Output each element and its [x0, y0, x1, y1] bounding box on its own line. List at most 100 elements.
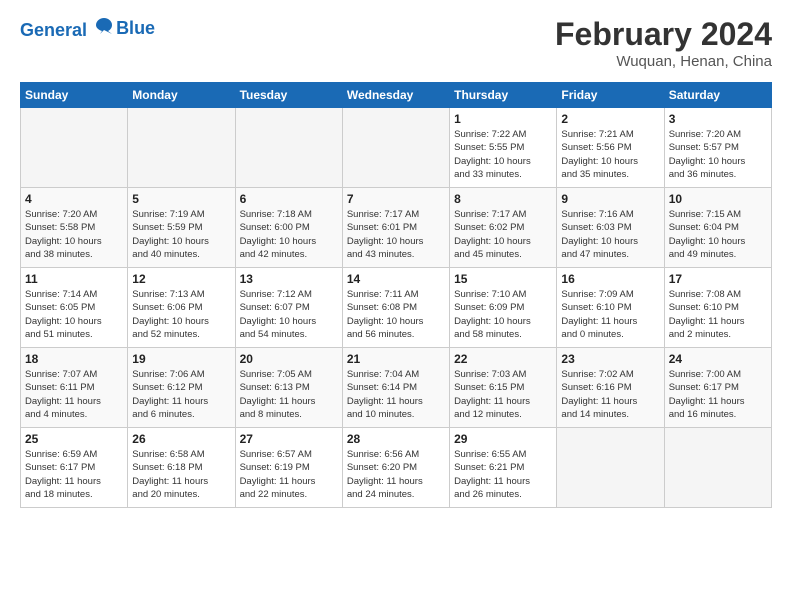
page: General Blue February 2024 Wuquan, Henan… [0, 0, 792, 518]
week-row-3: 11 Sunrise: 7:14 AMSunset: 6:05 PMDayligh… [21, 268, 772, 348]
calendar-cell: 7 Sunrise: 7:17 AMSunset: 6:01 PMDaylight… [342, 188, 449, 268]
calendar-cell: 13 Sunrise: 7:12 AMSunset: 6:07 PMDayligh… [235, 268, 342, 348]
day-number: 6 [240, 192, 338, 206]
day-number: 20 [240, 352, 338, 366]
logo-text: General [20, 16, 114, 41]
calendar-cell: 17 Sunrise: 7:08 AMSunset: 6:10 PMDayligh… [664, 268, 771, 348]
day-info: Sunrise: 7:09 AMSunset: 6:10 PMDaylight:… [561, 288, 659, 341]
calendar-cell: 28 Sunrise: 6:56 AMSunset: 6:20 PMDayligh… [342, 428, 449, 508]
calendar-cell: 3 Sunrise: 7:20 AMSunset: 5:57 PMDaylight… [664, 108, 771, 188]
calendar-cell [557, 428, 664, 508]
day-info: Sunrise: 7:10 AMSunset: 6:09 PMDaylight:… [454, 288, 552, 341]
day-info: Sunrise: 7:18 AMSunset: 6:00 PMDaylight:… [240, 208, 338, 261]
day-number: 8 [454, 192, 552, 206]
day-info: Sunrise: 7:22 AMSunset: 5:55 PMDaylight:… [454, 128, 552, 181]
calendar-cell [342, 108, 449, 188]
calendar-cell: 19Sunrise: 7:06 AMSunset: 6:12 PMDayligh… [128, 348, 235, 428]
day-info: Sunrise: 7:20 AMSunset: 5:58 PMDaylight:… [25, 208, 123, 261]
day-info: Sunrise: 7:11 AMSunset: 6:08 PMDaylight:… [347, 288, 445, 341]
day-number: 19 [132, 352, 230, 366]
day-number: 1 [454, 112, 552, 126]
day-number: 3 [669, 112, 767, 126]
day-info: Sunrise: 6:57 AMSunset: 6:19 PMDaylight:… [240, 448, 338, 501]
day-info: Sunrise: 7:12 AMSunset: 6:07 PMDaylight:… [240, 288, 338, 341]
day-info: Sunrise: 7:17 AMSunset: 6:01 PMDaylight:… [347, 208, 445, 261]
col-header-thursday: Thursday [450, 83, 557, 108]
title-block: February 2024 Wuquan, Henan, China [555, 16, 772, 70]
day-info: Sunrise: 7:17 AMSunset: 6:02 PMDaylight:… [454, 208, 552, 261]
day-info: Sunrise: 7:00 AMSunset: 6:17 PMDaylight:… [669, 368, 767, 421]
logo-line1: General [20, 20, 87, 40]
col-header-wednesday: Wednesday [342, 83, 449, 108]
calendar-cell [664, 428, 771, 508]
calendar-cell: 26 Sunrise: 6:58 AMSunset: 6:18 PMDayligh… [128, 428, 235, 508]
calendar-cell: 8 Sunrise: 7:17 AMSunset: 6:02 PMDaylight… [450, 188, 557, 268]
day-number: 10 [669, 192, 767, 206]
header-row: SundayMondayTuesdayWednesdayThursdayFrid… [21, 83, 772, 108]
day-number: 12 [132, 272, 230, 286]
day-info: Sunrise: 7:14 AMSunset: 6:05 PMDaylight:… [25, 288, 123, 341]
day-number: 2 [561, 112, 659, 126]
col-header-tuesday: Tuesday [235, 83, 342, 108]
day-number: 16 [561, 272, 659, 286]
main-title: February 2024 [555, 16, 772, 53]
col-header-sunday: Sunday [21, 83, 128, 108]
day-info: Sunrise: 6:56 AMSunset: 6:20 PMDaylight:… [347, 448, 445, 501]
week-row-1: 1 Sunrise: 7:22 AMSunset: 5:55 PMDaylight… [21, 108, 772, 188]
day-number: 9 [561, 192, 659, 206]
day-number: 25 [25, 432, 123, 446]
calendar-cell: 18 Sunrise: 7:07 AMSunset: 6:11 PMDayligh… [21, 348, 128, 428]
calendar-cell: 15 Sunrise: 7:10 AMSunset: 6:09 PMDayligh… [450, 268, 557, 348]
calendar-cell: 4Sunrise: 7:20 AMSunset: 5:58 PMDaylight… [21, 188, 128, 268]
col-header-saturday: Saturday [664, 83, 771, 108]
day-number: 28 [347, 432, 445, 446]
calendar-cell: 22Sunrise: 7:03 AMSunset: 6:15 PMDayligh… [450, 348, 557, 428]
calendar-cell: 16 Sunrise: 7:09 AMSunset: 6:10 PMDayligh… [557, 268, 664, 348]
day-number: 23 [561, 352, 659, 366]
day-number: 24 [669, 352, 767, 366]
calendar-cell: 14 Sunrise: 7:11 AMSunset: 6:08 PMDayligh… [342, 268, 449, 348]
calendar-cell: 21Sunrise: 7:04 AMSunset: 6:14 PMDayligh… [342, 348, 449, 428]
day-number: 26 [132, 432, 230, 446]
day-info: Sunrise: 7:19 AMSunset: 5:59 PMDaylight:… [132, 208, 230, 261]
day-number: 18 [25, 352, 123, 366]
calendar-cell: 23Sunrise: 7:02 AMSunset: 6:16 PMDayligh… [557, 348, 664, 428]
calendar-cell [235, 108, 342, 188]
week-row-4: 18 Sunrise: 7:07 AMSunset: 6:11 PMDayligh… [21, 348, 772, 428]
calendar-cell: 9 Sunrise: 7:16 AMSunset: 6:03 PMDaylight… [557, 188, 664, 268]
day-number: 27 [240, 432, 338, 446]
calendar-cell: 11 Sunrise: 7:14 AMSunset: 6:05 PMDayligh… [21, 268, 128, 348]
day-number: 17 [669, 272, 767, 286]
col-header-monday: Monday [128, 83, 235, 108]
day-info: Sunrise: 6:59 AMSunset: 6:17 PMDaylight:… [25, 448, 123, 501]
calendar-cell: 25 Sunrise: 6:59 AMSunset: 6:17 PMDayligh… [21, 428, 128, 508]
day-number: 13 [240, 272, 338, 286]
day-info: Sunrise: 6:58 AMSunset: 6:18 PMDaylight:… [132, 448, 230, 501]
day-info: Sunrise: 7:20 AMSunset: 5:57 PMDaylight:… [669, 128, 767, 181]
logo-line2: Blue [116, 19, 155, 39]
calendar-cell: 24 Sunrise: 7:00 AMSunset: 6:17 PMDayligh… [664, 348, 771, 428]
day-info: Sunrise: 7:15 AMSunset: 6:04 PMDaylight:… [669, 208, 767, 261]
calendar-cell: 10 Sunrise: 7:15 AMSunset: 6:04 PMDayligh… [664, 188, 771, 268]
day-info: Sunrise: 7:05 AMSunset: 6:13 PMDaylight:… [240, 368, 338, 421]
day-info: Sunrise: 7:21 AMSunset: 5:56 PMDaylight:… [561, 128, 659, 181]
day-number: 29 [454, 432, 552, 446]
day-info: Sunrise: 7:07 AMSunset: 6:11 PMDaylight:… [25, 368, 123, 421]
calendar-cell [128, 108, 235, 188]
calendar-cell: 5Sunrise: 7:19 AMSunset: 5:59 PMDaylight… [128, 188, 235, 268]
day-info: Sunrise: 7:13 AMSunset: 6:06 PMDaylight:… [132, 288, 230, 341]
day-number: 14 [347, 272, 445, 286]
calendar-table: SundayMondayTuesdayWednesdayThursdayFrid… [20, 82, 772, 508]
calendar-cell [21, 108, 128, 188]
calendar-cell: 20 Sunrise: 7:05 AMSunset: 6:13 PMDayligh… [235, 348, 342, 428]
day-number: 15 [454, 272, 552, 286]
calendar-cell: 27 Sunrise: 6:57 AMSunset: 6:19 PMDayligh… [235, 428, 342, 508]
subtitle: Wuquan, Henan, China [555, 53, 772, 70]
day-info: Sunrise: 7:08 AMSunset: 6:10 PMDaylight:… [669, 288, 767, 341]
day-info: Sunrise: 7:16 AMSunset: 6:03 PMDaylight:… [561, 208, 659, 261]
day-number: 11 [25, 272, 123, 286]
logo: General Blue [20, 16, 155, 41]
day-number: 7 [347, 192, 445, 206]
day-number: 22 [454, 352, 552, 366]
header: General Blue February 2024 Wuquan, Henan… [20, 16, 772, 70]
